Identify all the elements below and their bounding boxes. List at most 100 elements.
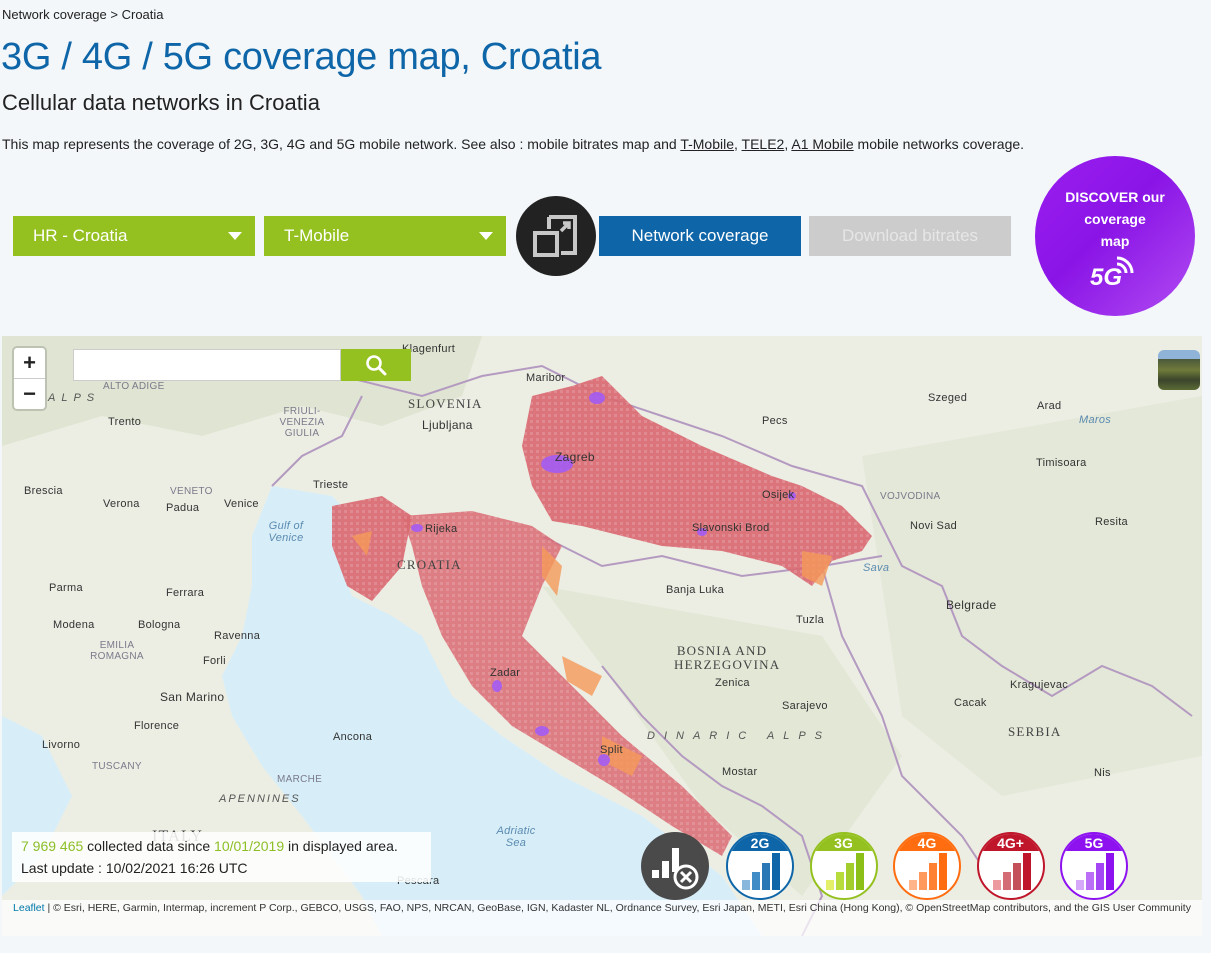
signal-bars-icon bbox=[992, 853, 1031, 890]
link-a1-mobile[interactable]: A1 Mobile bbox=[791, 136, 853, 152]
link-tele2[interactable]: TELE2 bbox=[742, 136, 785, 152]
map-search-button[interactable] bbox=[341, 349, 411, 381]
map-label-city: Trento bbox=[108, 416, 142, 428]
legend-toggle-3g[interactable]: 3G bbox=[809, 832, 878, 900]
map-label-water: Sava bbox=[863, 562, 890, 574]
signal-bar bbox=[772, 853, 780, 890]
country-select-value: HR - Croatia bbox=[33, 226, 128, 245]
map-label-region: EMILIA ROMAGNA bbox=[90, 640, 144, 662]
discover-line3: map bbox=[1100, 233, 1130, 249]
map-label-range: APENNINES bbox=[219, 793, 301, 805]
map-label-water: Gulf of Venice bbox=[268, 520, 304, 544]
signal-bar bbox=[1096, 863, 1104, 890]
legend-toggle-2g[interactable]: 2G bbox=[726, 832, 794, 900]
stats-panel: 7 969 465 collected data since 10/01/201… bbox=[12, 832, 431, 882]
map-label-city: Ljubljana bbox=[422, 418, 473, 432]
map-label-city: Brescia bbox=[24, 485, 63, 497]
signal-bar bbox=[929, 863, 937, 890]
signal-bar bbox=[992, 880, 1001, 890]
map-label-country: SERBIA bbox=[1008, 724, 1062, 739]
fullscreen-button[interactable] bbox=[516, 196, 596, 276]
map-label-region: FRIULI-VENEZIA GIULIA bbox=[279, 406, 325, 439]
magnifier-icon bbox=[366, 355, 387, 376]
legend-toggle-no-coverage[interactable] bbox=[641, 832, 709, 900]
zoom-control: + − bbox=[14, 348, 45, 409]
map-label-city: Szeged bbox=[928, 392, 968, 404]
signal-bar bbox=[855, 853, 864, 890]
stats-last-update: Last update : 10/02/2021 16:26 UTC bbox=[21, 860, 248, 876]
map-label-city: Nis bbox=[1094, 767, 1111, 779]
map-label-country: SLOVENIA bbox=[408, 396, 483, 411]
map-label-city: Ferrara bbox=[166, 587, 205, 599]
discover-line1: DISCOVER our bbox=[1065, 189, 1165, 205]
stats-text-end: in displayed area. bbox=[284, 838, 398, 854]
download-bitrates-button[interactable]: Download bitrates bbox=[809, 216, 1011, 256]
breadcrumb-network-coverage[interactable]: Network coverage bbox=[2, 7, 107, 22]
link-t-mobile[interactable]: T-Mobile bbox=[680, 136, 734, 152]
map-label-city: Sarajevo bbox=[782, 700, 828, 712]
map-label-country: CROATIA bbox=[397, 557, 462, 572]
breadcrumb-separator: > bbox=[106, 7, 122, 22]
discover-line2: coverage bbox=[1084, 211, 1146, 227]
legend-toggle-5g[interactable]: 5G bbox=[1060, 832, 1128, 900]
signal-bar bbox=[1076, 880, 1084, 890]
breadcrumb-current: Croatia bbox=[121, 7, 164, 22]
map-label-city: Novi Sad bbox=[910, 520, 958, 532]
map-label-city: Timisoara bbox=[1036, 457, 1087, 469]
leaflet-link[interactable]: Leaflet bbox=[13, 902, 45, 914]
signal-bars-icon bbox=[742, 853, 780, 890]
basemap-layer-switcher[interactable] bbox=[1158, 350, 1200, 390]
page-title: 3G / 4G / 5G coverage map, Croatia bbox=[1, 36, 602, 78]
coverage-map[interactable]: Klagenfurt Maribor SLOVENIA Ljubljana Tr… bbox=[2, 336, 1202, 936]
map-label-city: Tuzla bbox=[796, 614, 824, 626]
signal-bars-icon bbox=[1076, 853, 1114, 890]
map-search-input[interactable] bbox=[74, 350, 340, 380]
map-label-city: Split bbox=[600, 744, 623, 756]
map-label-water: Adriatic Sea bbox=[496, 825, 536, 849]
map-label-city: Belgrade bbox=[946, 598, 997, 612]
caret-down-icon bbox=[479, 232, 493, 240]
country-select[interactable]: HR - Croatia bbox=[13, 216, 255, 256]
intro-text-before: This map represents the coverage of 2G, … bbox=[2, 136, 681, 152]
zoom-in-button[interactable]: + bbox=[14, 348, 45, 378]
map-label-city: Verona bbox=[103, 498, 140, 510]
signal-bar bbox=[919, 872, 927, 890]
fullscreen-expand-icon bbox=[533, 215, 577, 257]
signal-bar bbox=[909, 880, 917, 890]
map-label-city: Osijek bbox=[762, 489, 795, 501]
legend-toggle-4gplus[interactable]: 4G+ bbox=[976, 832, 1045, 900]
signal-bar bbox=[1002, 872, 1011, 890]
signal-bar bbox=[835, 872, 844, 890]
map-label-city: Florence bbox=[134, 720, 180, 732]
signal-bar bbox=[752, 872, 760, 890]
signal-bar bbox=[1012, 863, 1021, 890]
map-label-city: Arad bbox=[1037, 400, 1062, 412]
5g-signal-icon: 5G bbox=[1090, 256, 1134, 288]
map-label-city: Kragujevac bbox=[1010, 679, 1069, 691]
map-label-country: BOSNIA AND HERZEGOVINA bbox=[674, 643, 781, 672]
breadcrumb: Network coverage > Croatia bbox=[2, 7, 164, 22]
operator-select[interactable]: T-Mobile bbox=[264, 216, 506, 256]
discover-5g-button[interactable]: DISCOVER our coverage map 5G bbox=[1035, 156, 1195, 316]
map-label-city: Ravenna bbox=[214, 630, 261, 642]
map-label-city: Zagreb bbox=[555, 450, 595, 464]
signal-bar bbox=[1086, 872, 1094, 890]
map-label-city: Trieste bbox=[313, 479, 349, 491]
map-label-city: Pecs bbox=[762, 415, 788, 427]
map-label-range: ALPS bbox=[48, 392, 101, 404]
caret-down-icon bbox=[228, 232, 242, 240]
map-label-city: Resita bbox=[1095, 516, 1128, 528]
map-label-city: Forli bbox=[203, 655, 226, 667]
legend-toggle-4g[interactable]: 4G bbox=[893, 832, 961, 900]
network-coverage-button[interactable]: Network coverage bbox=[599, 216, 801, 256]
map-label-water: Maros bbox=[1079, 414, 1112, 426]
map-label-region: TUSCANY bbox=[92, 761, 142, 772]
map-label-city: Rijeka bbox=[425, 523, 458, 535]
intro-text: This map represents the coverage of 2G, … bbox=[2, 136, 1025, 152]
signal-bars-icon bbox=[909, 853, 947, 890]
intro-text-after: mobile networks coverage. bbox=[853, 136, 1025, 152]
map-label-region: MARCHE bbox=[277, 774, 323, 785]
map-search-box bbox=[73, 349, 341, 381]
zoom-out-button[interactable]: − bbox=[14, 378, 45, 409]
map-label-city: Ancona bbox=[333, 731, 373, 743]
